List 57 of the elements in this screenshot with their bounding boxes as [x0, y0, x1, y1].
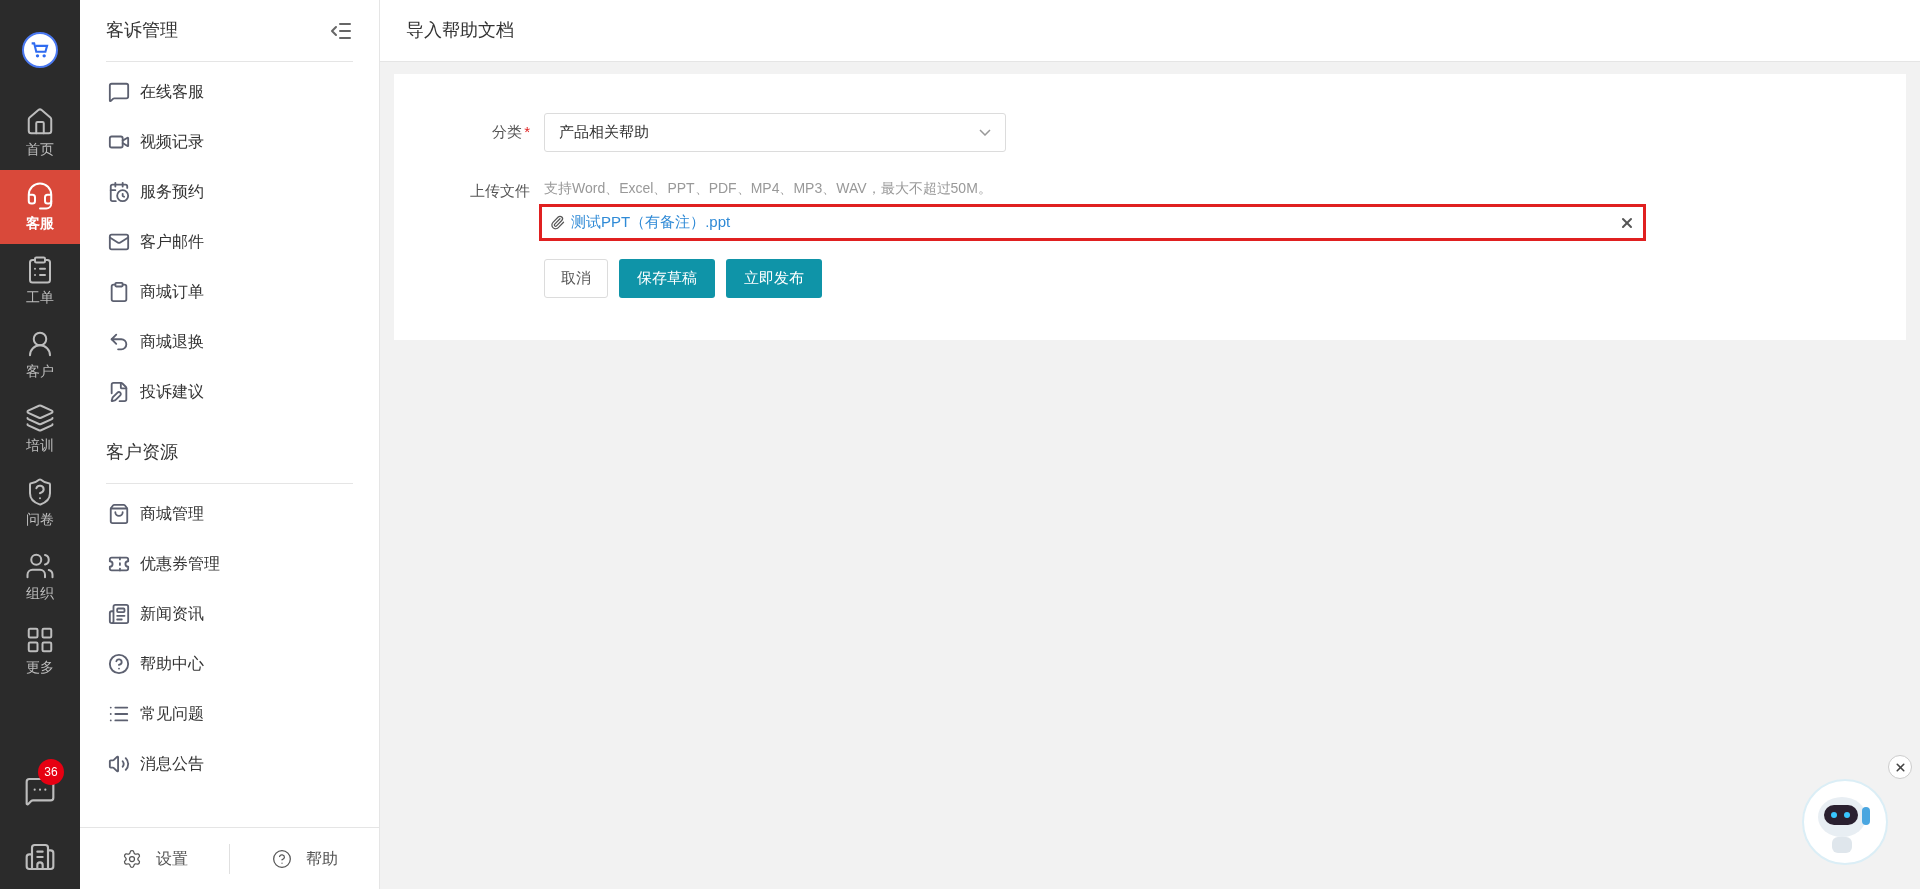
field-label: 上传文件	[470, 181, 530, 201]
sidebar-item[interactable]: 视频记录	[106, 117, 353, 167]
sidebar-item[interactable]: 投诉建议	[106, 367, 353, 417]
nav-rail-item[interactable]: 问卷	[0, 466, 80, 540]
question-icon	[108, 653, 130, 675]
clipboard-icon	[108, 281, 130, 303]
nav-rail-item[interactable]: 组织	[0, 540, 80, 614]
close-icon	[1893, 760, 1907, 774]
form-button[interactable]: 取消	[544, 259, 608, 298]
file-link[interactable]: 测试PPT（有备注）.ppt	[571, 211, 731, 234]
section-title: 客户资源	[106, 441, 178, 464]
nav-rail-item[interactable]: 更多	[0, 614, 80, 688]
sidebar-item[interactable]: 新闻资讯	[106, 589, 353, 639]
settings-icon	[121, 848, 142, 869]
envelope-icon	[108, 231, 130, 253]
paperclip-icon	[550, 215, 565, 230]
sidebar-item[interactable]: 在线客服	[106, 67, 353, 117]
category-select[interactable]: 产品相关帮助	[544, 113, 1006, 152]
sidebar-footer-link[interactable]: 帮助	[230, 846, 379, 871]
pen-document-icon	[108, 381, 130, 403]
chevron-down-icon	[979, 129, 991, 136]
building-icon[interactable]	[24, 841, 56, 873]
sidebar-item[interactable]: 帮助中心	[106, 639, 353, 689]
nav-rail-item[interactable]: 客户	[0, 318, 80, 392]
section-title: 客诉管理	[106, 19, 178, 42]
notification-badge: 36	[38, 759, 64, 785]
calendar-clock-icon	[108, 181, 130, 203]
sidebar-item[interactable]: 客户邮件	[106, 217, 353, 267]
home-icon	[25, 106, 55, 137]
newspaper-icon	[108, 603, 130, 625]
bag-icon	[108, 503, 130, 525]
nav-rail-item[interactable]: 客服	[0, 170, 80, 244]
form-button[interactable]: 立即发布	[726, 259, 822, 298]
sidebar-item[interactable]: 商城管理	[106, 489, 353, 539]
sidebar-item[interactable]: 常见问题	[106, 689, 353, 739]
sidebar-item[interactable]: 服务预约	[106, 167, 353, 217]
close-button[interactable]	[1888, 755, 1912, 779]
upload-hint: 支持Word、Excel、PPT、PDF、MP4、MP3、WAV，最大不超过50M。	[544, 179, 993, 198]
nav-rail-item[interactable]: 培训	[0, 392, 80, 466]
field-label: 分类*	[492, 122, 530, 143]
nav-rail-item[interactable]: 工单	[0, 244, 80, 318]
form-button[interactable]: 保存草稿	[619, 259, 715, 298]
sidebar-item[interactable]: 商城退换	[106, 317, 353, 367]
layers-icon	[25, 402, 55, 433]
chat-icon[interactable]	[24, 775, 56, 807]
page-title: 导入帮助文档	[406, 19, 514, 42]
sidebar-footer-link[interactable]: 设置	[80, 846, 229, 871]
nav-rail-item[interactable]: 首页	[0, 96, 80, 170]
sidebar-item[interactable]: 消息公告	[106, 739, 353, 789]
return-arrow-icon	[108, 331, 130, 353]
chat-bubble-icon	[108, 81, 130, 103]
sidebar-item[interactable]: 商城订单	[106, 267, 353, 317]
help-icon	[271, 848, 292, 869]
speaker-icon	[108, 753, 130, 775]
robot-avatar-drawing[interactable]	[1802, 779, 1888, 865]
sidebar-item[interactable]: 优惠券管理	[106, 539, 353, 589]
cart-logo-icon[interactable]	[22, 32, 58, 68]
